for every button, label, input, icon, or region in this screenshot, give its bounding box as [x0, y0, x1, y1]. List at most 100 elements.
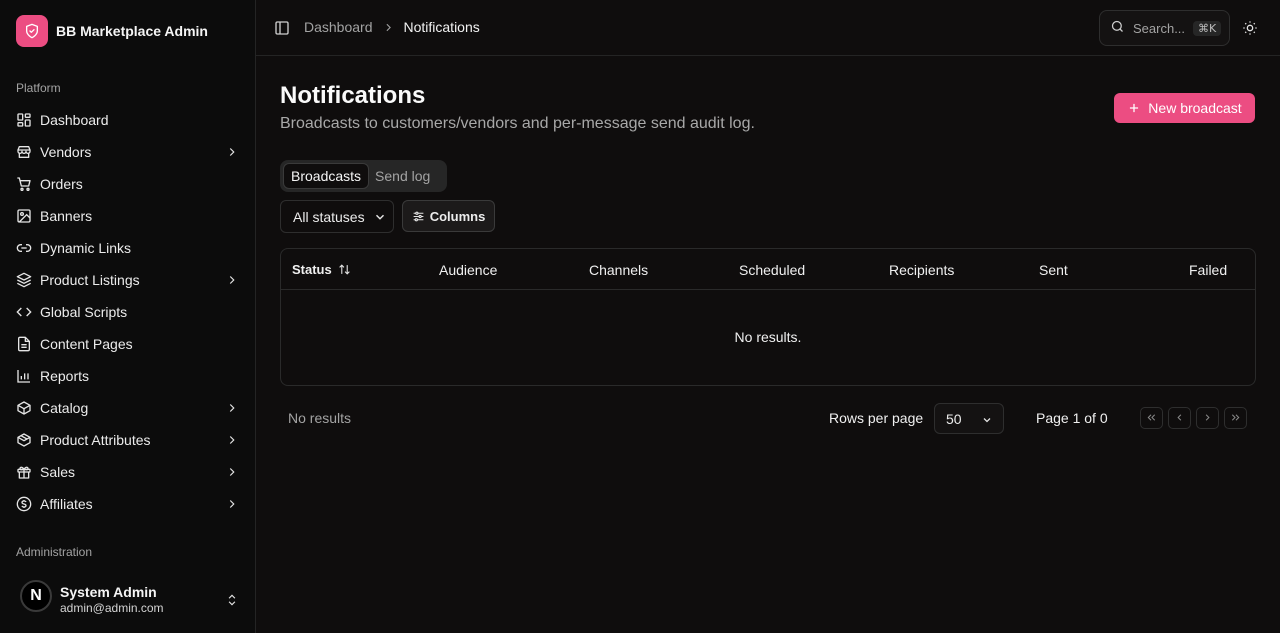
- tab-broadcasts[interactable]: Broadcasts: [283, 163, 370, 189]
- new-broadcast-label: New broadcast: [1148, 100, 1242, 116]
- sidebar-item-catalog[interactable]: Catalog: [8, 392, 248, 424]
- sidebar-item-global-scripts[interactable]: Global Scripts: [8, 296, 248, 328]
- sidebar-item-dynamic-links[interactable]: Dynamic Links: [8, 232, 248, 264]
- sidebar-item-product-listings[interactable]: Product Listings: [8, 264, 248, 296]
- sidebar-item-dashboard[interactable]: Dashboard: [8, 104, 248, 136]
- topbar: Dashboard Notifications Search... ⌘K: [256, 0, 1280, 56]
- sidebar-item-banners[interactable]: Banners: [8, 200, 248, 232]
- columns-button[interactable]: Columns: [402, 200, 495, 232]
- column-header-audience: Audience: [439, 262, 498, 278]
- last-page-button[interactable]: [1224, 407, 1247, 429]
- sun-icon[interactable]: [1242, 20, 1258, 36]
- page-info: Page 1 of 0: [1036, 410, 1108, 426]
- sidebar-item-label: Banners: [40, 208, 93, 224]
- user-name: System Admin: [60, 584, 157, 600]
- next-page-button[interactable]: [1196, 407, 1219, 429]
- sidebar-item-label: Catalog: [40, 400, 89, 416]
- sidebar-item-label: Reports: [40, 368, 90, 384]
- chevrons-up-down-icon: [224, 592, 240, 608]
- sidebar-item-product-attributes[interactable]: Product Attributes: [8, 424, 248, 456]
- table-empty-message: No results.: [734, 329, 802, 345]
- administration-group-label: Administration: [16, 545, 93, 559]
- image-icon: [16, 208, 32, 224]
- chevron-down-icon: [981, 413, 993, 425]
- tab-send-log[interactable]: Send log: [369, 163, 437, 189]
- broadcasts-table: Status Audience Channels Scheduled Recip…: [280, 248, 1256, 386]
- sidebar-item-orders[interactable]: Orders: [8, 168, 248, 200]
- column-header-label: Status: [292, 262, 332, 277]
- first-page-button[interactable]: [1140, 407, 1163, 429]
- sidebar-item-label: Vendors: [40, 144, 92, 160]
- sidebar-item-affiliates[interactable]: Affiliates: [8, 488, 248, 520]
- results-summary: No results: [288, 410, 352, 426]
- sliders-icon: [412, 210, 425, 223]
- page-subtitle: Broadcasts to customers/vendors and per-…: [280, 115, 755, 132]
- sidebar-item-label: Product Attributes: [40, 432, 151, 448]
- new-broadcast-button[interactable]: New broadcast: [1114, 93, 1255, 123]
- sidebar-item-label: Sales: [40, 464, 76, 480]
- column-header-sent: Sent: [1039, 262, 1068, 278]
- sidebar-item-reports[interactable]: Reports: [8, 360, 248, 392]
- user-email: admin@admin.com: [60, 601, 164, 615]
- rows-per-page-label: Rows per page: [829, 410, 924, 426]
- sidebar-item-label: Global Scripts: [40, 304, 128, 320]
- sidebar-item-vendors[interactable]: Vendors: [8, 136, 248, 168]
- search-placeholder: Search...: [1133, 20, 1186, 36]
- sidebar-item-label: Dashboard: [40, 112, 109, 128]
- file-icon: [16, 336, 32, 352]
- column-header-scheduled: Scheduled: [739, 262, 806, 278]
- shield-icon: [16, 15, 48, 47]
- column-header-channels: Channels: [589, 262, 649, 278]
- chevron-right-icon: [224, 464, 240, 480]
- code-icon: [16, 304, 32, 320]
- page-title: Notifications: [280, 82, 426, 109]
- chevron-right-icon: [224, 432, 240, 448]
- cart-icon: [16, 176, 32, 192]
- sidebar-toggle-icon[interactable]: [274, 20, 290, 36]
- user-menu[interactable]: N System Admin admin@admin.com: [16, 576, 240, 624]
- breadcrumb-dashboard-link[interactable]: Dashboard: [304, 19, 373, 35]
- chevron-down-icon: [373, 210, 387, 224]
- sidebar-item-label: Orders: [40, 176, 83, 192]
- plus-icon: [1127, 101, 1141, 115]
- sidebar-item-label: Product Listings: [40, 272, 140, 288]
- sidebar: BB Marketplace Admin Platform Dashboard …: [0, 0, 256, 633]
- column-header-recipients: Recipients: [889, 262, 955, 278]
- sort-icon: [338, 263, 351, 276]
- gift-icon: [16, 464, 32, 480]
- status-filter-select[interactable]: All statuses: [280, 200, 394, 233]
- sidebar-item-sales[interactable]: Sales: [8, 456, 248, 488]
- sidebar-item-label: Content Pages: [40, 336, 133, 352]
- package-icon: [16, 432, 32, 448]
- chevron-left-icon: [1174, 410, 1185, 426]
- sidebar-nav: Dashboard Vendors Orders Banners Dynamic…: [8, 104, 248, 520]
- sidebar-item-content-pages[interactable]: Content Pages: [8, 328, 248, 360]
- table-header: Status Audience Channels Scheduled Recip…: [281, 249, 1255, 290]
- brand[interactable]: BB Marketplace Admin: [16, 15, 208, 47]
- column-header-status[interactable]: Status: [292, 262, 351, 277]
- layers-icon: [16, 272, 32, 288]
- search-button[interactable]: Search... ⌘K: [1099, 10, 1230, 46]
- tabs: Broadcasts Send log: [280, 160, 447, 192]
- search-shortcut: ⌘K: [1193, 20, 1222, 36]
- chevron-right-icon: [224, 400, 240, 416]
- sidebar-item-label: Dynamic Links: [40, 240, 132, 256]
- bar-chart-icon: [16, 368, 32, 384]
- chevron-right-icon: [224, 144, 240, 160]
- dollar-circle-icon: [16, 496, 32, 512]
- rows-per-page-value: 50: [946, 410, 962, 427]
- sidebar-item-label: Affiliates: [40, 496, 93, 512]
- chevrons-right-icon: [1230, 410, 1241, 426]
- app-name: BB Marketplace Admin: [56, 23, 208, 39]
- chevron-right-icon: [224, 496, 240, 512]
- user-info: System Admin admin@admin.com: [60, 584, 224, 616]
- rows-per-page-select[interactable]: 50: [934, 403, 1004, 434]
- search-icon: [1110, 19, 1125, 37]
- link-icon: [16, 240, 32, 256]
- status-filter-value: All statuses: [293, 208, 365, 225]
- previous-page-button[interactable]: [1168, 407, 1191, 429]
- platform-group-label: Platform: [16, 81, 61, 95]
- breadcrumb-current: Notifications: [403, 19, 480, 35]
- dashboard-icon: [16, 112, 32, 128]
- chevron-right-icon: [224, 272, 240, 288]
